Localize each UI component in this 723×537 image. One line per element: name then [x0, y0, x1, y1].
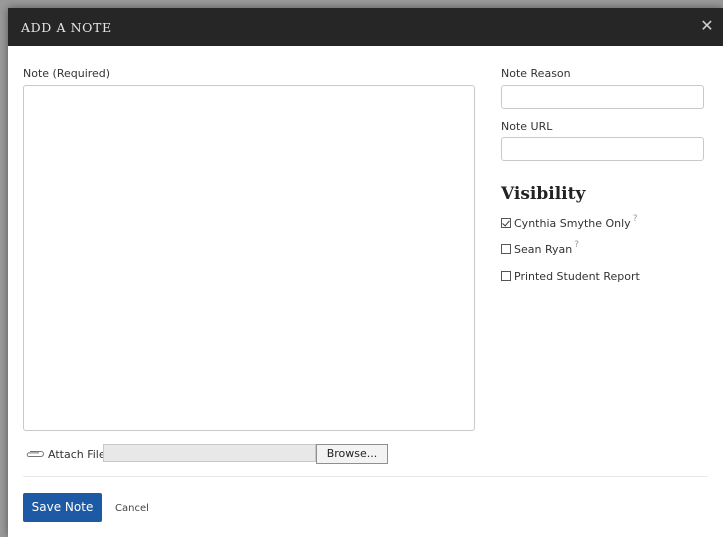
visibility-option-label: Sean Ryan [514, 242, 573, 256]
note-url-input[interactable] [501, 137, 704, 161]
checkbox-sean-ryan[interactable] [501, 244, 511, 254]
close-icon[interactable]: ✕ [697, 16, 717, 36]
dialog-title: ADD A NOTE [21, 20, 112, 35]
add-note-dialog: ADD A NOTE ✕ Note (Required) Note Reason… [8, 8, 723, 537]
checkbox-printed-student-report[interactable] [501, 271, 511, 281]
help-icon[interactable]: ? [633, 214, 638, 224]
attach-file-label: Attach File [48, 447, 106, 461]
note-reason-input[interactable] [501, 85, 704, 109]
visibility-option-printed-report[interactable]: Printed Student Report [501, 269, 640, 283]
checkbox-cynthia-smythe-only[interactable] [501, 218, 511, 228]
visibility-option-cynthia[interactable]: Cynthia Smythe Only ? [501, 214, 638, 230]
save-note-button[interactable]: Save Note [23, 493, 102, 522]
paperclip-icon [26, 451, 44, 457]
visibility-heading: Visibility [501, 184, 586, 204]
attach-file-path[interactable] [103, 444, 316, 462]
dialog-titlebar: ADD A NOTE ✕ [8, 8, 723, 46]
visibility-option-sean[interactable]: Sean Ryan ? [501, 240, 579, 256]
note-url-label: Note URL [501, 120, 553, 133]
visibility-option-label: Printed Student Report [514, 269, 640, 283]
note-textarea[interactable] [23, 85, 475, 431]
attach-file-row: Attach File [26, 444, 106, 464]
note-reason-label: Note Reason [501, 67, 571, 80]
help-icon[interactable]: ? [574, 240, 579, 250]
visibility-option-label: Cynthia Smythe Only [514, 216, 631, 230]
browse-button[interactable]: Browse... [316, 444, 388, 464]
footer-divider [23, 476, 708, 477]
cancel-link[interactable]: Cancel [115, 503, 149, 514]
note-label: Note (Required) [23, 67, 111, 80]
